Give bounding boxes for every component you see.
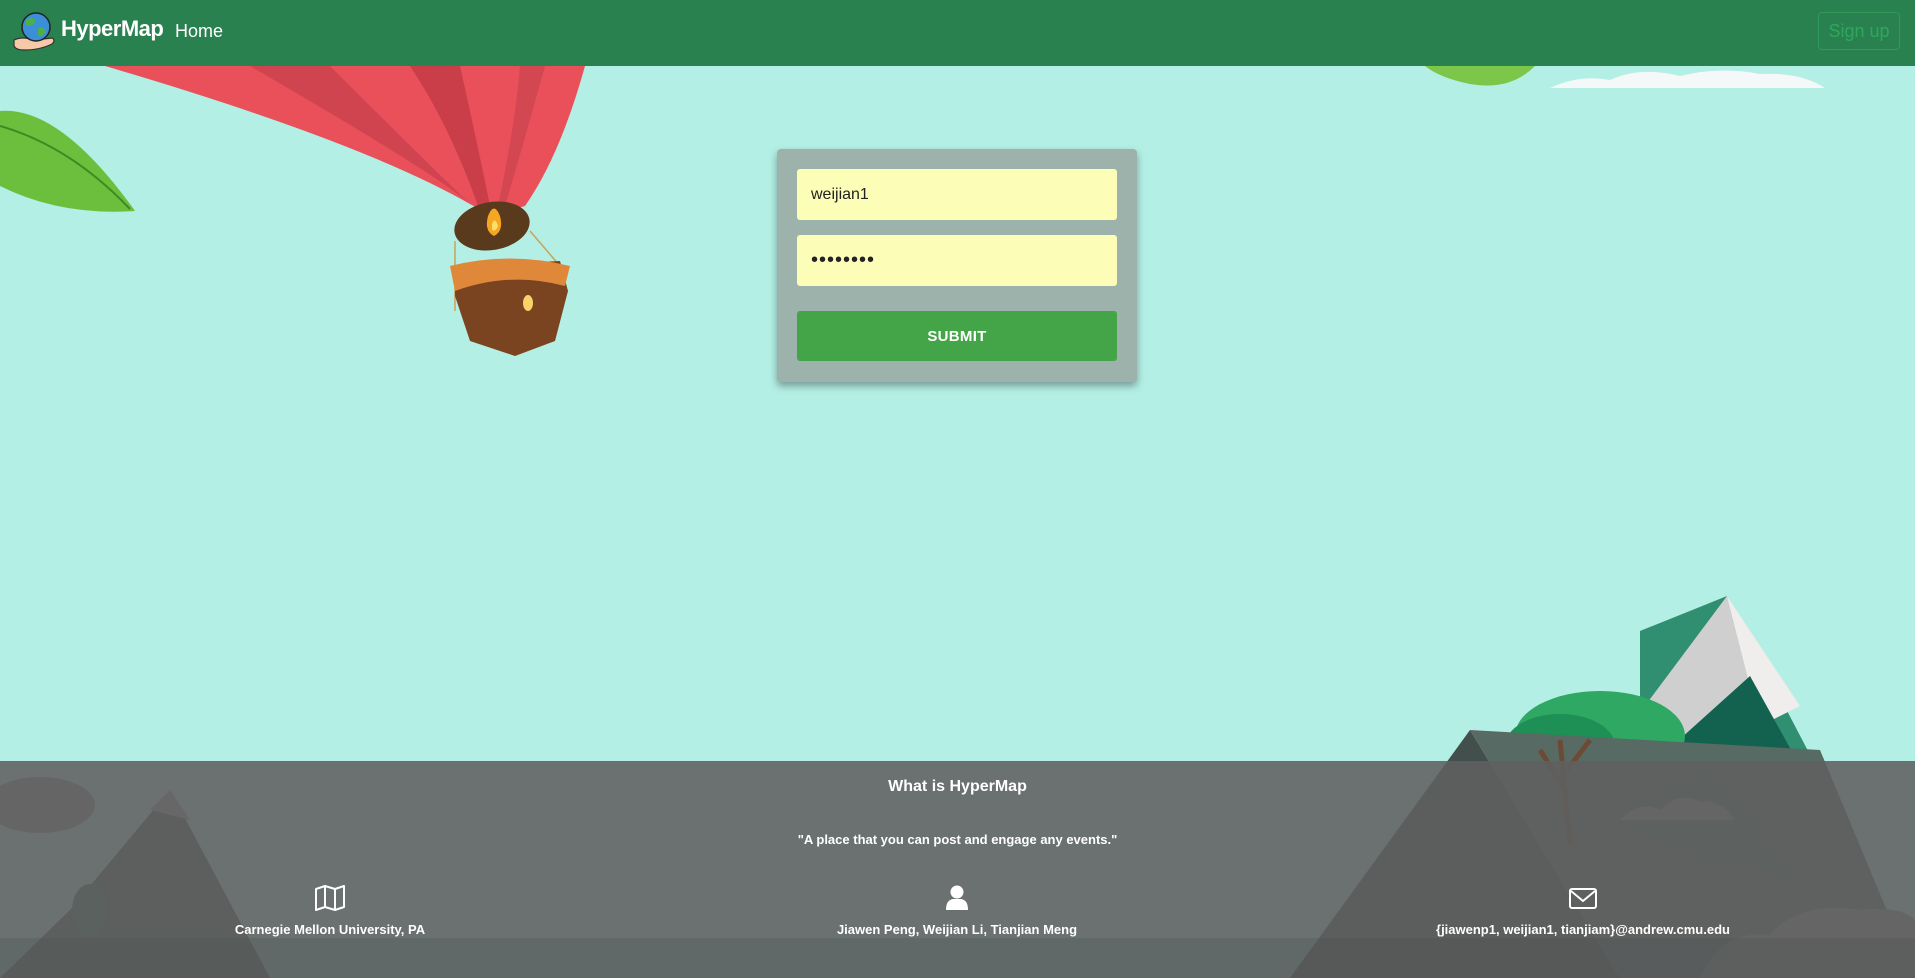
nav-home-link[interactable]: Home: [175, 21, 223, 42]
submit-button[interactable]: SUBMIT: [797, 311, 1117, 361]
leaf-left: [0, 110, 135, 212]
user-icon: [946, 885, 968, 910]
brand-name[interactable]: HyperMap: [61, 16, 164, 42]
globe-hand-icon[interactable]: [12, 10, 58, 52]
signup-button[interactable]: Sign up: [1818, 12, 1900, 50]
hot-air-balloon: [105, 66, 585, 356]
footer-authors: Jiawen Peng, Weijian Li, Tianjian Meng: [757, 884, 1157, 937]
footer-location: Carnegie Mellon University, PA: [130, 884, 530, 937]
footer-title: What is HyperMap: [888, 778, 1027, 795]
navbar: HyperMap Home Sign up: [0, 0, 1915, 66]
envelope-icon: [1569, 888, 1597, 909]
location-text: Carnegie Mellon University, PA: [234, 922, 426, 937]
password-input[interactable]: [797, 235, 1117, 286]
footer-email: {jiawenp1, weijian1, tianjiam}@andrew.cm…: [1383, 884, 1783, 937]
email-text[interactable]: {jiawenp1, weijian1, tianjiam}@andrew.cm…: [1383, 922, 1783, 937]
footer-quote: "A place that you can post and engage an…: [797, 832, 1118, 847]
footer-bottom-band: [0, 938, 1915, 978]
map-icon: [315, 885, 345, 911]
username-input[interactable]: [797, 169, 1117, 220]
authors-text: Jiawen Peng, Weijian Li, Tianjian Meng: [836, 922, 1078, 937]
login-form: SUBMIT: [777, 149, 1137, 382]
